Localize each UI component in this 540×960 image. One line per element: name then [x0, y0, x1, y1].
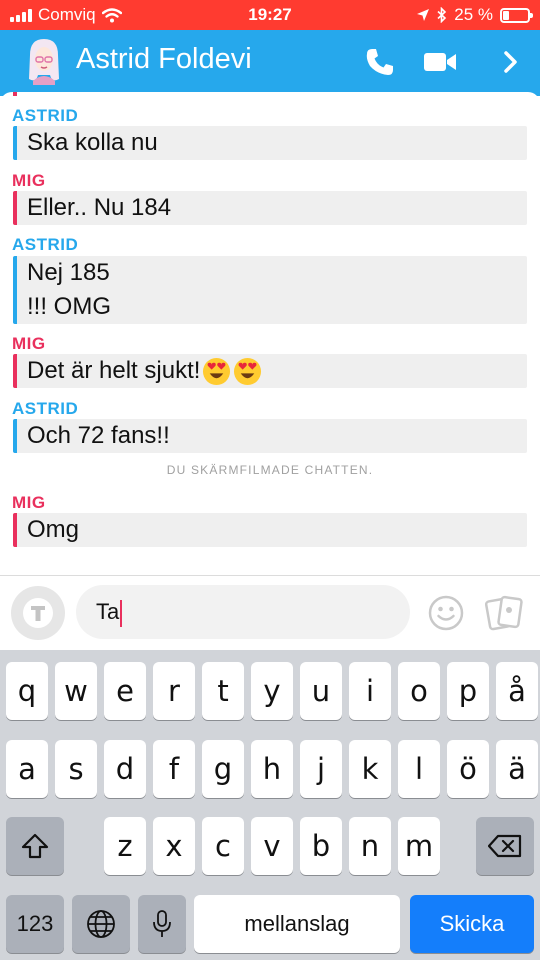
- message-row: Det är helt sjukt!: [17, 354, 527, 388]
- key-p[interactable]: p: [447, 662, 489, 720]
- sender-label: MIG: [12, 493, 46, 512]
- battery-level: [503, 10, 509, 20]
- video-icon: [424, 53, 456, 71]
- sender-label: MIG: [12, 334, 46, 353]
- key-d[interactable]: d: [104, 740, 146, 798]
- phone-icon: [366, 49, 393, 75]
- key-v[interactable]: v: [251, 817, 293, 875]
- key-k[interactable]: k: [349, 740, 391, 798]
- message-block[interactable]: Ska kolla nu: [13, 126, 527, 160]
- heart-eyes-emoji: [234, 358, 262, 386]
- message-text: Eller.. Nu 184: [27, 194, 172, 221]
- message-block[interactable]: Nej 185 !!! OMG: [13, 256, 527, 324]
- smiley-icon[interactable]: [428, 595, 464, 631]
- bluetooth-icon: [437, 7, 447, 23]
- contact-name[interactable]: Astrid Foldevi: [76, 43, 252, 76]
- text-t-icon: [23, 598, 53, 628]
- key-g[interactable]: g: [202, 740, 244, 798]
- key-u[interactable]: u: [300, 662, 342, 720]
- message-block[interactable]: Det är helt sjukt!: [13, 354, 527, 388]
- message-text: Det är helt sjukt!: [27, 357, 201, 384]
- carrier-name: Comviq: [38, 5, 96, 24]
- bitmoji-avatar[interactable]: [26, 37, 62, 85]
- key-m[interactable]: m: [398, 817, 440, 875]
- microphone-icon: [153, 910, 171, 937]
- screen-recording-notice: DU SKÄRMFILMADE CHATTEN.: [166, 463, 374, 477]
- space-key[interactable]: mellanslag: [194, 895, 400, 953]
- globe-icon: [87, 910, 115, 938]
- backspace-icon: [488, 834, 522, 858]
- key-q[interactable]: q: [6, 662, 48, 720]
- key-i[interactable]: i: [349, 662, 391, 720]
- key-å[interactable]: å: [496, 662, 538, 720]
- message-text: !!! OMG: [27, 293, 111, 320]
- sender-label: ASTRID: [12, 399, 79, 418]
- message-text: Omg: [27, 516, 80, 543]
- heart-eyes-emoji: [203, 358, 231, 386]
- more-button[interactable]: [490, 44, 530, 80]
- key-b[interactable]: b: [300, 817, 342, 875]
- message-block[interactable]: Eller.. Nu 184: [13, 191, 527, 225]
- key-s[interactable]: s: [55, 740, 97, 798]
- key-c[interactable]: c: [202, 817, 244, 875]
- status-bar: Comviq 19:27 25 %: [0, 0, 540, 30]
- voice-call-button[interactable]: [360, 44, 400, 80]
- key-ö[interactable]: ö: [447, 740, 489, 798]
- text-caret: [120, 599, 123, 627]
- sticker-icon[interactable]: [485, 594, 525, 632]
- input-text: Ta: [96, 599, 120, 624]
- battery-percent: 25 %: [454, 5, 493, 24]
- key-h[interactable]: h: [251, 740, 293, 798]
- dictation-key[interactable]: [138, 895, 186, 953]
- key-ä[interactable]: ä: [496, 740, 538, 798]
- backspace-key[interactable]: [476, 817, 534, 875]
- chevron-right-icon: [504, 51, 517, 73]
- numbers-key[interactable]: 123: [6, 895, 64, 953]
- sender-label: ASTRID: [12, 235, 79, 254]
- key-t[interactable]: t: [202, 662, 244, 720]
- video-call-button[interactable]: [420, 44, 460, 80]
- key-w[interactable]: w: [55, 662, 97, 720]
- key-o[interactable]: o: [398, 662, 440, 720]
- key-n[interactable]: n: [349, 817, 391, 875]
- message-block[interactable]: Omg: [13, 513, 527, 547]
- message-text: Ska kolla nu: [27, 129, 158, 156]
- message-input[interactable]: Ta: [76, 585, 410, 639]
- keyboard: 123 mellanslag Skicka qwertyuiopå asdfghj…: [0, 650, 540, 960]
- message-block[interactable]: Och 72 fans!!: [13, 419, 527, 453]
- sender-label: ASTRID: [12, 106, 79, 125]
- key-l[interactable]: l: [398, 740, 440, 798]
- chat-header: Astrid Foldevi: [0, 30, 540, 96]
- message-text: Nej 185: [27, 259, 110, 286]
- key-j[interactable]: j: [300, 740, 342, 798]
- sender-label: MIG: [12, 171, 46, 190]
- key-z[interactable]: z: [104, 817, 146, 875]
- message-input-bar: Ta: [0, 576, 540, 650]
- send-key[interactable]: Skicka: [410, 895, 534, 953]
- signal-strength-icon: [10, 8, 32, 22]
- key-f[interactable]: f: [153, 740, 195, 798]
- previous-message-marker: [13, 92, 17, 96]
- text-style-button[interactable]: [11, 586, 65, 640]
- key-r[interactable]: r: [153, 662, 195, 720]
- message-text: Och 72 fans!!: [27, 422, 170, 449]
- globe-key[interactable]: [72, 895, 130, 953]
- key-e[interactable]: e: [104, 662, 146, 720]
- key-a[interactable]: a: [6, 740, 48, 798]
- shift-key[interactable]: [6, 817, 64, 875]
- chat-area[interactable]: ASTRID Ska kolla nu MIG Eller.. Nu 184 A…: [0, 92, 540, 576]
- key-y[interactable]: y: [251, 662, 293, 720]
- key-x[interactable]: x: [153, 817, 195, 875]
- location-icon: [417, 9, 430, 21]
- battery-icon: [500, 7, 533, 23]
- wifi-icon: [101, 7, 122, 22]
- shift-icon: [21, 833, 49, 859]
